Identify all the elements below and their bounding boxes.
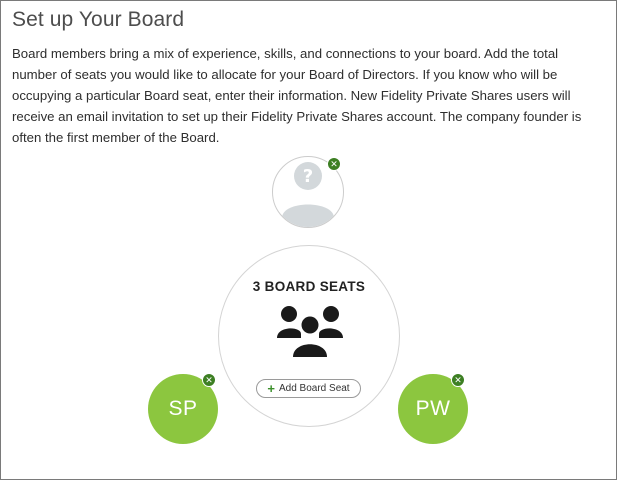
add-board-seat-button[interactable]: + Add Board Seat bbox=[256, 379, 361, 398]
remove-seat-button[interactable]: ✕ bbox=[327, 157, 341, 171]
member-initials: SP bbox=[168, 397, 198, 420]
close-icon: ✕ bbox=[205, 374, 213, 385]
board-seats-circle: 3 BOARD SEATS + Add Board Seat bbox=[218, 245, 400, 427]
page-description: Board members bring a mix of experience,… bbox=[12, 46, 582, 145]
add-board-seat-label: Add Board Seat bbox=[278, 383, 350, 394]
page-title: Set up Your Board bbox=[12, 8, 185, 31]
people-group-icon bbox=[277, 306, 343, 358]
close-icon: ✕ bbox=[330, 158, 338, 169]
member-initials: PW bbox=[415, 397, 451, 420]
svg-text:?: ? bbox=[303, 166, 313, 187]
remove-member-sp-button[interactable]: ✕ bbox=[202, 373, 216, 387]
board-seat-count: 3 BOARD SEATS bbox=[252, 279, 366, 294]
remove-member-pw-button[interactable]: ✕ bbox=[451, 373, 465, 387]
plus-icon: + bbox=[267, 381, 275, 396]
close-icon: ✕ bbox=[454, 374, 462, 385]
board-setup-panel: Set up Your Board Board members bring a … bbox=[0, 0, 617, 480]
